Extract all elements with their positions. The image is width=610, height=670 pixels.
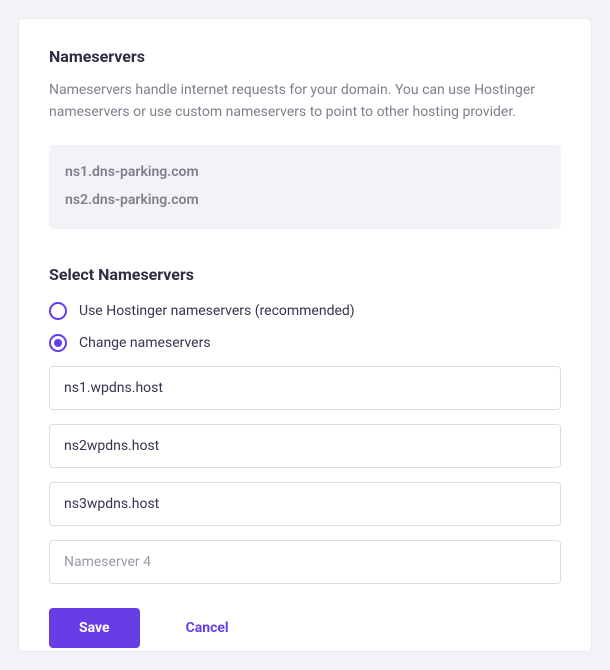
current-ns-1: ns1.dns-parking.com — [65, 159, 545, 187]
nameservers-card: Nameservers Nameservers handle internet … — [18, 18, 592, 652]
select-nameservers-title: Select Nameservers — [49, 265, 561, 284]
radio-label-change: Change nameservers — [79, 335, 211, 351]
nameserver-2-input[interactable] — [49, 424, 561, 468]
cancel-button[interactable]: Cancel — [186, 620, 229, 636]
radio-icon — [49, 302, 67, 320]
current-ns-2: ns2.dns-parking.com — [65, 187, 545, 215]
radio-option-hostinger[interactable]: Use Hostinger nameservers (recommended) — [49, 302, 561, 320]
section-description: Nameservers handle internet requests for… — [49, 80, 561, 123]
nameserver-4-input[interactable] — [49, 540, 561, 584]
nameserver-3-input[interactable] — [49, 482, 561, 526]
section-title: Nameservers — [49, 47, 561, 66]
radio-option-change[interactable]: Change nameservers — [49, 334, 561, 352]
nameserver-1-input[interactable] — [49, 366, 561, 410]
actions-row: Save Cancel — [49, 608, 561, 648]
current-nameservers-box: ns1.dns-parking.com ns2.dns-parking.com — [49, 145, 561, 229]
radio-icon — [49, 334, 67, 352]
radio-label-hostinger: Use Hostinger nameservers (recommended) — [79, 303, 355, 319]
save-button[interactable]: Save — [49, 608, 140, 648]
